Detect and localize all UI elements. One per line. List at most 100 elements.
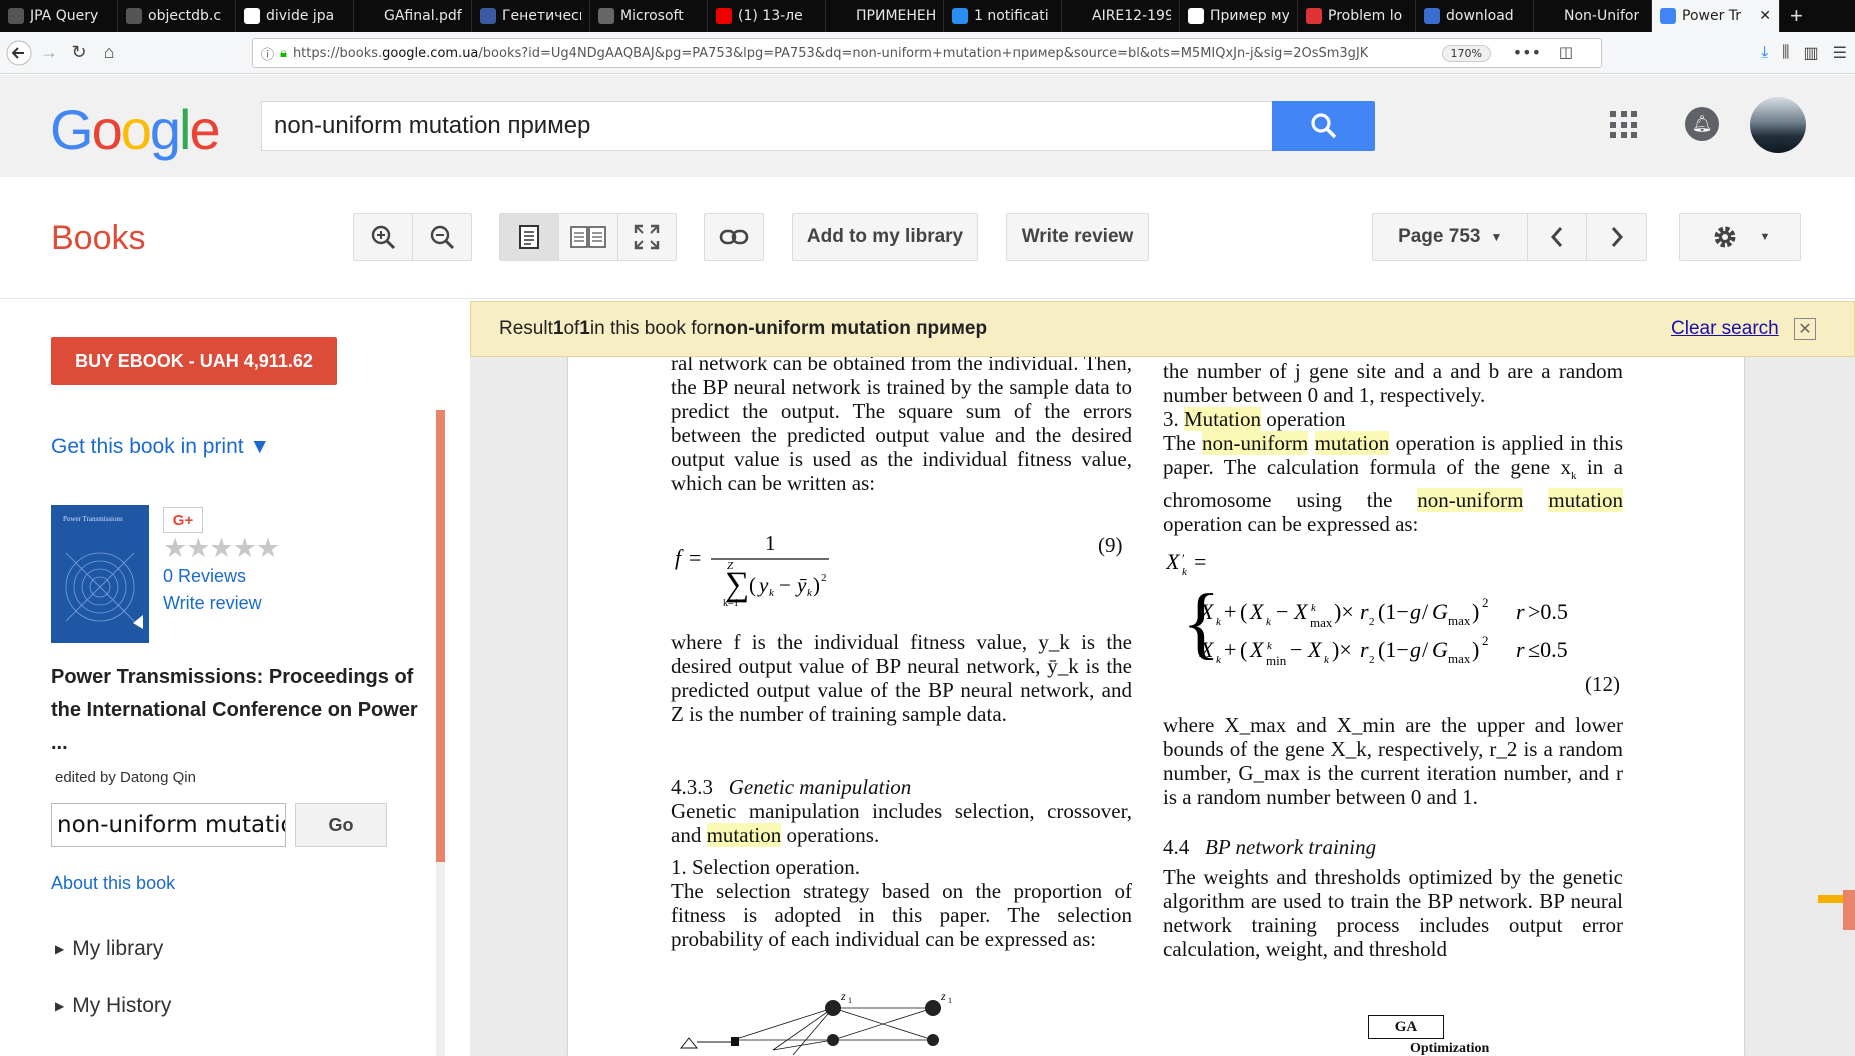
- browser-tab[interactable]: objectdb.c: [118, 0, 236, 32]
- settings-button[interactable]: ▼: [1679, 213, 1801, 261]
- text: operations.: [781, 823, 880, 847]
- svg-text:X: X: [1293, 599, 1309, 624]
- download-icon[interactable]: ⤓: [1761, 44, 1768, 62]
- google-plus-button[interactable]: G+: [163, 507, 203, 533]
- right-column-top: the number of j gene site and a and b ar…: [1163, 359, 1623, 407]
- browser-tab[interactable]: 1 notificati: [944, 0, 1062, 32]
- svg-text:X: X: [1307, 637, 1323, 662]
- search-button[interactable]: [1272, 101, 1375, 151]
- home-icon[interactable]: ⌂: [94, 38, 124, 68]
- url-path: /books?id=Ug4NDgAAQBAJ&pg=PA753&lpg=PA75…: [478, 45, 1369, 61]
- write-review-link[interactable]: Write review: [163, 593, 262, 614]
- pocket-icon[interactable]: ◫: [1559, 43, 1573, 61]
- info-icon[interactable]: ⓘ: [261, 44, 274, 63]
- browser-tab[interactable]: Пример му: [1180, 0, 1298, 32]
- browser-tab[interactable]: ПРИМЕНЕНИ: [826, 0, 944, 32]
- new-tab-icon[interactable]: +: [1780, 0, 1813, 32]
- view-mode-controls: [499, 213, 677, 261]
- browser-tab[interactable]: Non-Unifor: [1534, 0, 1652, 32]
- about-this-book-link[interactable]: About this book: [51, 873, 175, 894]
- zoom-in-icon[interactable]: [354, 214, 413, 260]
- book-cover[interactable]: Power Transmissions: [51, 505, 149, 643]
- text: operation: [1261, 407, 1346, 431]
- book-editor: edited by Datong Qin: [55, 769, 196, 786]
- zoom-indicator[interactable]: 170%: [1441, 45, 1491, 62]
- library-icon[interactable]: ⫼: [1782, 44, 1789, 62]
- h-icon: [480, 8, 496, 24]
- svg-text:G: G: [1432, 637, 1448, 662]
- close-tab-icon[interactable]: ✕: [1759, 8, 1771, 24]
- browser-tab[interactable]: Microsoft: [590, 0, 708, 32]
- svg-text:G: G: [1432, 599, 1448, 624]
- sidebar-toggle-icon[interactable]: ▥: [1804, 43, 1819, 63]
- browser-tab[interactable]: Power Tr ✕: [1652, 0, 1780, 32]
- book-sidebar: BUY EBOOK - UAH 4,911.62 Get this book i…: [0, 299, 468, 1056]
- tab-label: JPA Query: [30, 8, 99, 24]
- apps-grid-icon[interactable]: [1610, 111, 1638, 139]
- get-book-in-print-link[interactable]: Get this book in print ▼: [51, 435, 270, 459]
- browser-tab[interactable]: Генетическ: [472, 0, 590, 32]
- zoom-out-icon[interactable]: [413, 214, 472, 260]
- single-page-view-icon[interactable]: [500, 214, 559, 260]
- write-review-button[interactable]: Write review: [1006, 213, 1149, 261]
- viewer-scrollbar-thumb[interactable]: [1843, 890, 1855, 930]
- my-history-toggle[interactable]: ▶ My History: [55, 994, 171, 1018]
- browser-tab[interactable]: (1) 13-ле: [708, 0, 826, 32]
- caret-down-icon: ▼: [1759, 231, 1771, 243]
- sidebar-scrollbar-track[interactable]: [436, 862, 445, 1056]
- url-bar[interactable]: ⓘ 🔒︎ https://books. google.com.ua/books?i…: [252, 38, 1602, 68]
- result-text: in this book for: [589, 318, 714, 339]
- browser-tab[interactable]: JPA Query: [0, 0, 118, 32]
- tab-label: objectdb.c: [148, 8, 222, 24]
- notifications-bell-icon[interactable]: 🔔︎: [1685, 107, 1719, 141]
- google-header: Google non-uniform mutation пример 🔔︎: [0, 75, 1855, 177]
- browser-tab[interactable]: GAfinal.pdf: [354, 0, 472, 32]
- reviews-link[interactable]: 0 Reviews: [163, 566, 246, 587]
- my-library-toggle[interactable]: ▶ My library: [55, 937, 163, 961]
- menu-icon[interactable]: ☰: [1833, 43, 1847, 63]
- lock-icon: 🔒︎: [280, 45, 287, 61]
- svg-text:(: (: [1240, 637, 1247, 662]
- two-page-view-icon[interactable]: [559, 214, 618, 260]
- logo-letter: e: [189, 98, 220, 161]
- reload-icon[interactable]: ↻: [64, 38, 94, 68]
- tab-label: download: [1446, 8, 1514, 24]
- google-logo[interactable]: Google: [50, 97, 221, 162]
- svg-text:X: X: [1166, 549, 1181, 574]
- go-button[interactable]: Go: [295, 803, 387, 847]
- browser-tab[interactable]: AIRE12-1998.P: [1062, 0, 1180, 32]
- link-button[interactable]: [704, 213, 764, 261]
- add-to-library-button[interactable]: Add to my library: [792, 213, 978, 261]
- next-page-icon[interactable]: [1587, 214, 1646, 260]
- page-actions-icon[interactable]: •••: [1513, 43, 1541, 62]
- svg-text:−: −: [1290, 637, 1302, 662]
- previous-page-icon[interactable]: [1528, 214, 1588, 260]
- search-input[interactable]: non-uniform mutation пример: [261, 101, 1273, 151]
- section-title: BP network training: [1205, 835, 1377, 859]
- browser-tab[interactable]: download: [1416, 0, 1534, 32]
- search-in-book-input[interactable]: non-uniform mutation: [51, 803, 286, 847]
- clear-search-link[interactable]: Clear search: [1671, 318, 1779, 340]
- sidebar-scrollbar-thumb[interactable]: [436, 410, 445, 862]
- tab-label: GAfinal.pdf: [384, 8, 462, 24]
- back-icon[interactable]: [4, 38, 34, 68]
- svg-text:=: =: [1194, 549, 1206, 574]
- page-select[interactable]: Page 753 ▼: [1373, 214, 1529, 260]
- left-column-intro: ral network can be obtained from the ind…: [671, 351, 1132, 495]
- text: 3.: [1163, 407, 1184, 431]
- selection-text: The selection strategy based on the prop…: [671, 879, 1132, 951]
- tab-label: ПРИМЕНЕНИ: [856, 8, 935, 24]
- buy-ebook-button[interactable]: BUY EBOOK - UAH 4,911.62: [51, 337, 337, 385]
- browser-tab[interactable]: Problem lo: [1298, 0, 1416, 32]
- browser-tab[interactable]: divide jpa: [236, 0, 354, 32]
- optimization-label: Optimization: [1410, 1041, 1490, 1056]
- forward-icon[interactable]: →: [34, 38, 64, 68]
- my-history-label: My History: [72, 994, 172, 1017]
- user-avatar[interactable]: [1750, 97, 1806, 153]
- fullscreen-icon[interactable]: [618, 214, 676, 260]
- svg-text:)×: )×: [1334, 599, 1354, 624]
- svg-text:−: −: [1276, 599, 1288, 624]
- svg-text:X: X: [1199, 599, 1215, 624]
- books-logo[interactable]: Books: [51, 219, 146, 258]
- close-icon[interactable]: ✕: [1794, 318, 1816, 340]
